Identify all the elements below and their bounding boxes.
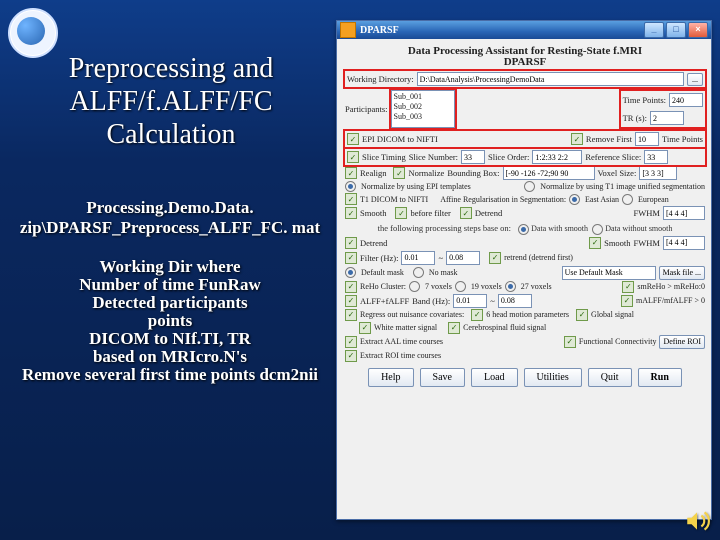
matlab-icon [340, 22, 356, 38]
dparsf-window: DPARSF _ □ × Data Processing Assistant f… [336, 20, 712, 520]
smreho-checkbox[interactable]: ✓ [622, 281, 634, 293]
detrend2-checkbox[interactable]: ✓ [345, 237, 357, 249]
slice-number-input[interactable] [461, 150, 485, 164]
participants-label: Participants: [345, 104, 388, 114]
app-subheading: DPARSF [345, 56, 705, 68]
t1-dicom-checkbox[interactable]: ✓ [345, 193, 357, 205]
normalize-epi-radio[interactable] [345, 181, 356, 192]
affine-euro-radio[interactable] [622, 194, 633, 205]
realign-checkbox[interactable]: ✓ [345, 167, 357, 179]
filter-checkbox[interactable]: ✓ [345, 252, 357, 264]
normalize-t1-radio[interactable] [524, 181, 535, 192]
slide-title: Preprocessing and ALFF/f.ALFF/FC Calcula… [20, 52, 322, 151]
load-button[interactable]: Load [471, 368, 518, 387]
reho-27-radio[interactable] [505, 281, 516, 292]
bounding-box-input[interactable] [503, 166, 595, 180]
participants-list[interactable]: Sub_001 Sub_002 Sub_003 [391, 90, 455, 128]
aal-checkbox[interactable]: ✓ [345, 336, 357, 348]
base-nosmooth-radio[interactable] [592, 224, 603, 235]
slide-notes: Working Dir where Number of time FunRaw … [10, 258, 330, 384]
globalsignal-checkbox[interactable]: ✓ [576, 309, 588, 321]
slice-order-input[interactable] [532, 150, 582, 164]
epi-dicom-checkbox[interactable]: ✓ [347, 133, 359, 145]
fwhm-input[interactable] [663, 206, 705, 220]
window-titlebar: DPARSF _ □ × [337, 21, 711, 39]
csf-checkbox[interactable]: ✓ [448, 322, 460, 334]
affine-east-radio[interactable] [569, 194, 580, 205]
time-points-input[interactable] [669, 93, 703, 107]
reference-slice-input[interactable] [644, 150, 668, 164]
reho-checkbox[interactable]: ✓ [345, 281, 357, 293]
regress-checkbox[interactable]: ✓ [345, 309, 357, 321]
band-high-input[interactable] [498, 294, 532, 308]
window-title: DPARSF [360, 25, 642, 36]
tr-label: TR (s): [623, 113, 647, 123]
whitematter-checkbox[interactable]: ✓ [359, 322, 371, 334]
quit-button[interactable]: Quit [588, 368, 632, 387]
slice-timing-checkbox[interactable]: ✓ [347, 151, 359, 163]
remove-first-checkbox[interactable]: ✓ [571, 133, 583, 145]
audio-icon [684, 508, 710, 534]
maximize-button[interactable]: □ [666, 22, 686, 38]
run-button[interactable]: Run [638, 368, 682, 387]
save-button[interactable]: Save [420, 368, 465, 387]
smooth-before-filter-checkbox[interactable]: ✓ [395, 207, 407, 219]
extract-roi-checkbox[interactable]: ✓ [345, 350, 357, 362]
fwhm2-input[interactable] [663, 236, 705, 250]
close-button[interactable]: × [688, 22, 708, 38]
reho-7-radio[interactable] [409, 281, 420, 292]
help-button[interactable]: Help [368, 368, 413, 387]
headmotion-checkbox[interactable]: ✓ [471, 309, 483, 321]
remove-first-input[interactable] [635, 132, 659, 146]
working-dir-label: Working Directory: [347, 74, 414, 84]
default-mask-radio[interactable] [345, 267, 356, 278]
filter-low-input[interactable] [401, 251, 435, 265]
fc-checkbox[interactable]: ✓ [564, 336, 576, 348]
time-points-label: Time Points: [623, 95, 666, 105]
detrend-checkbox[interactable]: ✓ [460, 207, 472, 219]
malff-checkbox[interactable]: ✓ [621, 295, 633, 307]
smooth2-checkbox[interactable]: ✓ [589, 237, 601, 249]
separator-text: the following processing steps base on: … [345, 223, 705, 235]
mask-browse-button[interactable]: Mask file ... [659, 266, 705, 280]
working-dir-browse-button[interactable]: ... [687, 73, 703, 86]
slide-filepath: Processing.Demo.Data. zip\DPARSF_Preproc… [10, 198, 330, 238]
tr-input[interactable] [650, 111, 684, 125]
working-dir-input[interactable] [417, 72, 684, 86]
define-roi-button[interactable]: Define ROI [659, 335, 705, 349]
alff-checkbox[interactable]: ✓ [345, 295, 357, 307]
reho-19-radio[interactable] [455, 281, 466, 292]
band-low-input[interactable] [453, 294, 487, 308]
filter-retrend-checkbox[interactable]: ✓ [489, 252, 501, 264]
user-mask-input[interactable] [562, 266, 656, 280]
utilities-button[interactable]: Utilities [524, 368, 582, 387]
filter-high-input[interactable] [446, 251, 480, 265]
university-logo [8, 8, 58, 58]
no-mask-radio[interactable] [413, 267, 424, 278]
minimize-button[interactable]: _ [644, 22, 664, 38]
smooth-checkbox[interactable]: ✓ [345, 207, 357, 219]
voxel-size-input[interactable] [639, 166, 677, 180]
base-smooth-radio[interactable] [518, 224, 529, 235]
normalize-checkbox[interactable]: ✓ [393, 167, 405, 179]
